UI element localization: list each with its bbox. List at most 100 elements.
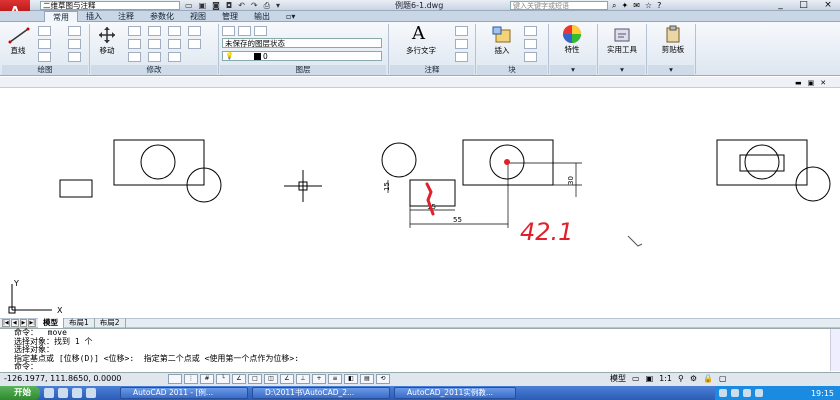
free-circle[interactable] xyxy=(381,142,417,178)
properties-panel-label[interactable]: ▾ xyxy=(550,65,596,75)
minimize-button[interactable]: _ xyxy=(778,0,783,11)
tab-view[interactable]: 视图 xyxy=(182,11,214,22)
save-icon[interactable]: ◙ xyxy=(212,1,220,10)
properties-icon[interactable] xyxy=(562,24,582,44)
inner-circle[interactable] xyxy=(140,144,176,180)
taskbar-item-folder[interactable]: D:\2011书\AutoCAD_2... xyxy=(252,387,390,399)
undo-icon[interactable]: ↶ xyxy=(238,1,245,10)
tab-model[interactable]: 模型 xyxy=(38,318,64,328)
favorites-icon[interactable]: ☆ xyxy=(645,0,652,11)
lineweight-toggle[interactable]: ≡ xyxy=(328,374,342,384)
taskbar-item-document[interactable]: AutoCAD_2011实例教... xyxy=(394,387,516,399)
stretch-tool[interactable] xyxy=(128,52,141,62)
fillet-tool[interactable] xyxy=(168,26,181,36)
3d-osnap-toggle[interactable]: ◫ xyxy=(264,374,278,384)
print-icon[interactable]: ⎙ xyxy=(264,1,270,11)
volume-icon[interactable] xyxy=(731,389,739,397)
infer-constraints-toggle[interactable] xyxy=(168,374,182,384)
quick-view-layouts-icon[interactable]: ▭ xyxy=(632,373,640,385)
trim-tool[interactable] xyxy=(148,26,161,36)
insert-button-label[interactable]: 插入 xyxy=(486,45,518,56)
tab-output[interactable]: 输出 xyxy=(246,11,278,22)
explorer-icon[interactable] xyxy=(86,388,96,398)
large-rectangle[interactable] xyxy=(113,139,205,186)
selection-cycling-toggle[interactable]: ⟲ xyxy=(376,374,390,384)
properties-button[interactable]: 特性 xyxy=(556,44,588,55)
binoculars-icon[interactable]: ⌕ xyxy=(612,0,616,11)
desktop-icon[interactable] xyxy=(58,388,68,398)
subscription-icon[interactable]: ✦ xyxy=(621,0,628,11)
redo-icon[interactable]: ↷ xyxy=(251,1,258,10)
ortho-toggle[interactable]: └ xyxy=(216,374,230,384)
line-icon[interactable] xyxy=(8,26,30,44)
hatch-tool[interactable] xyxy=(68,39,81,49)
coordinate-readout[interactable]: -126.1977, 111.8650, 0.0000 xyxy=(4,373,164,385)
layer-lock-tool[interactable] xyxy=(254,26,267,36)
edit-block-tool[interactable] xyxy=(524,39,537,49)
browser-icon[interactable] xyxy=(44,388,54,398)
mtext-icon[interactable]: A xyxy=(412,23,425,44)
table-tool[interactable] xyxy=(455,52,468,62)
tab-more[interactable]: ▫▾ xyxy=(278,11,303,22)
start-button[interactable]: 开始 xyxy=(0,386,40,400)
mirror-tool[interactable] xyxy=(148,39,161,49)
rectangle-tool[interactable] xyxy=(68,26,81,36)
layer-freeze-tool[interactable] xyxy=(238,26,251,36)
command-window[interactable]: 命令： move 选择对象：找到 1 个 选择对象： 指定基点或 [位移(D)]… xyxy=(0,328,840,372)
open-file-icon[interactable]: ▣ xyxy=(199,1,207,10)
quick-view-drawings-icon[interactable]: ▣ xyxy=(646,373,654,385)
drawing-svg[interactable]: 30 55 15 15 42.1 Y X xyxy=(0,88,840,318)
network-icon[interactable] xyxy=(719,389,727,397)
next-layout-button[interactable]: ▶ xyxy=(19,319,28,327)
input-method-icon[interactable] xyxy=(743,389,751,397)
arc-tool[interactable] xyxy=(38,52,51,62)
offset-tool[interactable] xyxy=(188,39,201,49)
utilities-button[interactable]: 实用工具 xyxy=(604,44,640,55)
osnap-toggle[interactable]: □ xyxy=(248,374,262,384)
erase-tool[interactable] xyxy=(168,52,181,62)
create-block-tool[interactable] xyxy=(524,26,537,36)
model-space-button[interactable]: 模型 xyxy=(610,373,626,385)
command-scrollbar[interactable] xyxy=(830,329,840,371)
draw-panel-label[interactable]: 绘图 xyxy=(2,65,88,75)
rotate-tool[interactable] xyxy=(128,26,141,36)
insert-block-icon[interactable] xyxy=(492,26,514,44)
layer-panel-label[interactable]: 图层 xyxy=(220,65,386,75)
workspace-switching-icon[interactable]: ⚙ xyxy=(690,373,697,385)
polyline-tool[interactable] xyxy=(38,26,51,36)
tab-layout2[interactable]: 布局2 xyxy=(95,318,126,328)
linear-dimension-tool[interactable] xyxy=(455,26,468,36)
help-icon[interactable]: ? xyxy=(657,0,661,11)
communication-icon[interactable]: ✉ xyxy=(633,0,640,11)
ducs-toggle[interactable]: ⊥ xyxy=(296,374,310,384)
drawing-close-button[interactable]: ✕ xyxy=(820,79,826,87)
result-rectangle[interactable] xyxy=(716,139,808,186)
media-icon[interactable] xyxy=(72,388,82,398)
drawing-restore-button[interactable]: ▣ xyxy=(808,79,815,87)
line-button-label[interactable]: 直线 xyxy=(4,45,32,56)
result-circle[interactable] xyxy=(744,144,780,180)
new-file-icon[interactable]: ▭ xyxy=(185,1,193,10)
drawing-canvas[interactable]: 30 55 15 15 42.1 Y X xyxy=(0,88,840,318)
block-panel-label[interactable]: 块 xyxy=(477,65,547,75)
region-tool[interactable] xyxy=(68,52,81,62)
search-input[interactable]: 键入关键字或短语 xyxy=(510,1,608,10)
prev-layout-button[interactable]: ◀ xyxy=(10,319,19,327)
array-tool[interactable] xyxy=(168,39,181,49)
explode-tool[interactable] xyxy=(188,26,201,36)
mtext-button-label[interactable]: 多行文字 xyxy=(398,45,444,56)
dyn-toggle[interactable]: + xyxy=(312,374,326,384)
scale-tool[interactable] xyxy=(148,52,161,62)
polar-toggle[interactable]: ∠ xyxy=(232,374,246,384)
utilities-panel-label[interactable]: ▾ xyxy=(599,65,645,75)
workspace-selector[interactable]: 二维草图与注释 xyxy=(40,1,180,10)
taskbar-item-autocad[interactable]: AutoCAD 2011 - [例... xyxy=(120,387,248,399)
last-layout-button[interactable]: ▶| xyxy=(28,319,36,327)
modify-panel-label[interactable]: 修改 xyxy=(91,65,217,75)
tab-home[interactable]: 常用 xyxy=(44,11,78,22)
clock[interactable]: 19:15 xyxy=(811,389,840,398)
command-input[interactable]: 命令： xyxy=(0,363,840,372)
clipboard-icon[interactable] xyxy=(664,25,682,43)
edit-attribute-tool[interactable] xyxy=(524,52,537,62)
layer-dropdown[interactable]: 0 xyxy=(222,51,382,61)
